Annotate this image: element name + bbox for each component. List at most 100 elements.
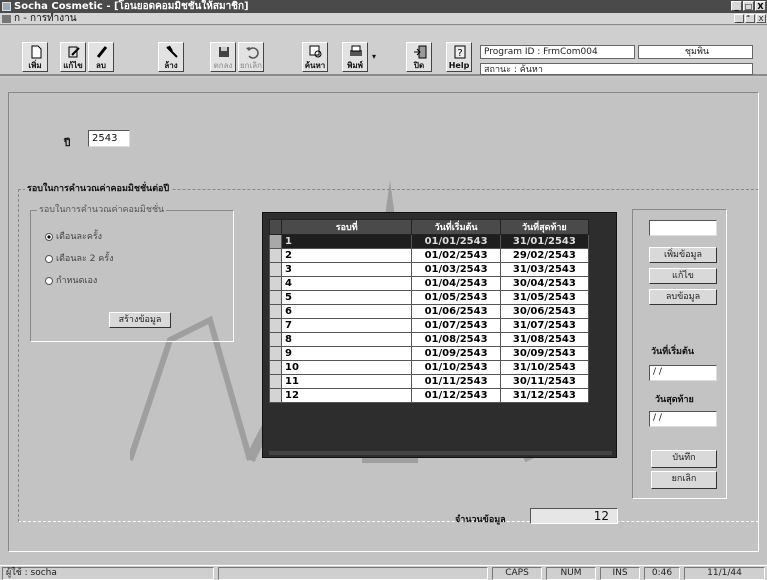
save-button[interactable]: ตกลง [210, 42, 236, 72]
row-selector[interactable] [268, 374, 283, 389]
start-date-cell[interactable]: 01/08/2543 [411, 332, 501, 347]
exit-icon [414, 45, 427, 59]
period-cell[interactable]: 5 [281, 290, 413, 305]
start-date-cell[interactable]: 01/02/2543 [411, 248, 501, 263]
end-date-cell[interactable]: 29/02/2543 [499, 248, 590, 263]
exit-button[interactable]: ปิด [406, 42, 432, 72]
delete-data-button[interactable]: ลบข้อมูล [649, 289, 717, 305]
search-button[interactable]: ค้นหา [302, 42, 328, 72]
period-cell[interactable]: 10 [281, 360, 413, 375]
row-selector[interactable] [268, 332, 283, 347]
table-row[interactable]: 1 01/01/2543 31/01/2543 [268, 234, 590, 249]
table-row[interactable]: 10 01/10/2543 31/10/2543 [268, 360, 590, 375]
start-date-input[interactable]: / / [649, 365, 717, 381]
end-date-cell[interactable]: 30/09/2543 [499, 346, 590, 361]
start-date-cell[interactable]: 01/10/2543 [411, 360, 501, 375]
add-data-button[interactable]: เพิ่มข้อมูล [649, 247, 717, 263]
grid-header-period[interactable]: รอบที่ [281, 219, 413, 235]
radio-twice-monthly[interactable]: เดือนละ 2 ครั้ง [45, 253, 114, 265]
start-date-cell[interactable]: 01/05/2543 [411, 290, 501, 305]
period-cell[interactable]: 6 [281, 304, 413, 319]
radio-custom-dot [45, 276, 53, 285]
row-selector[interactable] [268, 304, 283, 319]
edit-data-button[interactable]: แก้ไข [649, 268, 717, 284]
mdi-close-button[interactable]: X [756, 14, 766, 23]
row-selector[interactable] [268, 360, 283, 375]
period-cell[interactable]: 11 [281, 374, 413, 389]
end-date-cell[interactable]: 30/06/2543 [499, 304, 590, 319]
table-row[interactable]: 3 01/03/2543 31/03/2543 [268, 262, 590, 277]
period-cell[interactable]: 9 [281, 346, 413, 361]
period-cell[interactable]: 4 [281, 276, 413, 291]
table-row[interactable]: 4 01/04/2543 30/04/2543 [268, 276, 590, 291]
row-selector[interactable] [268, 290, 283, 305]
period-cell[interactable]: 8 [281, 332, 413, 347]
period-cell[interactable]: 1 [281, 234, 413, 249]
help-button[interactable]: ? Help [446, 42, 472, 72]
undo-button[interactable]: ยกเลิก [238, 42, 264, 72]
period-cell[interactable]: 7 [281, 318, 413, 333]
window-close-button[interactable]: X [755, 1, 766, 11]
edit-icon [68, 46, 80, 58]
end-date-cell[interactable]: 31/08/2543 [499, 332, 590, 347]
table-row[interactable]: 6 01/06/2543 30/06/2543 [268, 304, 590, 319]
start-date-cell[interactable]: 01/09/2543 [411, 346, 501, 361]
table-row[interactable]: 12 01/12/2543 31/12/2543 [268, 388, 590, 403]
start-date-cell[interactable]: 01/12/2543 [411, 388, 501, 403]
table-row[interactable]: 9 01/09/2543 30/09/2543 [268, 346, 590, 361]
start-date-cell[interactable]: 01/07/2543 [411, 318, 501, 333]
create-data-button[interactable]: สร้างข้อมูล [109, 312, 171, 328]
menubar: ก - การทำงาน _ ื X [0, 13, 767, 25]
row-selector[interactable] [268, 276, 283, 291]
start-date-cell[interactable]: 01/03/2543 [411, 262, 501, 277]
end-date-cell[interactable]: 31/05/2543 [499, 290, 590, 305]
end-date-cell[interactable]: 30/11/2543 [499, 374, 590, 389]
table-row[interactable]: 8 01/08/2543 31/08/2543 [268, 332, 590, 347]
edit-panel-display-field [649, 220, 717, 236]
end-date-cell[interactable]: 31/10/2543 [499, 360, 590, 375]
end-date-cell[interactable]: 31/01/2543 [499, 234, 590, 249]
mdi-restore-button[interactable]: ื [745, 14, 755, 23]
grid-header-start-date[interactable]: วันที่เริ่มต้น [411, 219, 501, 235]
clear-button[interactable]: ล้าง [158, 42, 184, 72]
year-input[interactable]: 2543 [88, 130, 130, 147]
start-date-cell[interactable]: 01/01/2543 [411, 234, 501, 249]
row-selector[interactable] [268, 318, 283, 333]
start-date-cell[interactable]: 01/04/2543 [411, 276, 501, 291]
period-cell[interactable]: 3 [281, 262, 413, 277]
start-date-cell[interactable]: 01/11/2543 [411, 374, 501, 389]
row-selector[interactable] [268, 248, 283, 263]
mdi-minimize-button[interactable]: _ [734, 14, 744, 23]
radio-custom[interactable]: กำหนดเอง [45, 275, 97, 287]
table-row[interactable]: 5 01/05/2543 31/05/2543 [268, 290, 590, 305]
period-cell[interactable]: 2 [281, 248, 413, 263]
grid-header-end-date[interactable]: วันที่สุดท้าย [499, 219, 590, 235]
cancel-data-button[interactable]: ยกเลิก [651, 471, 717, 489]
new-button[interactable]: เพิ่ม [22, 42, 48, 72]
radio-monthly[interactable]: เดือนละครั้ง [45, 231, 102, 243]
end-date-cell[interactable]: 31/12/2543 [499, 388, 590, 403]
end-date-cell[interactable]: 31/03/2543 [499, 262, 590, 277]
end-date-cell[interactable]: 30/04/2543 [499, 276, 590, 291]
table-row[interactable]: 7 01/07/2543 31/07/2543 [268, 318, 590, 333]
row-selector[interactable] [268, 346, 283, 361]
table-row[interactable]: 11 01/11/2543 30/11/2543 [268, 374, 590, 389]
period-cell[interactable]: 12 [281, 388, 413, 403]
edit-button[interactable]: แก้ไข [60, 42, 86, 72]
print-button[interactable]: พิมพ์ [342, 42, 368, 72]
row-selector[interactable] [268, 388, 283, 403]
row-selector[interactable] [268, 262, 283, 277]
start-date-cell[interactable]: 01/06/2543 [411, 304, 501, 319]
menu-item-operations[interactable]: ก - การทำงาน [14, 13, 77, 24]
commission-period-group: รอบในการคำนวณค่าคอมมิชชั่น เดือนละครั้ง … [30, 204, 234, 342]
save-data-button[interactable]: บันทึก [651, 450, 717, 468]
end-date-input[interactable]: / / [649, 411, 717, 427]
radio-custom-label: กำหนดเอง [56, 276, 98, 286]
window-minimize-button[interactable]: _ [731, 1, 742, 11]
window-maximize-button[interactable]: □ [743, 1, 754, 11]
end-date-cell[interactable]: 31/07/2543 [499, 318, 590, 333]
table-row[interactable]: 2 01/02/2543 29/02/2543 [268, 248, 590, 263]
print-dropdown-button[interactable]: ▾ [370, 50, 378, 64]
delete-button[interactable]: ลบ [88, 42, 114, 72]
row-selector[interactable] [268, 234, 283, 249]
